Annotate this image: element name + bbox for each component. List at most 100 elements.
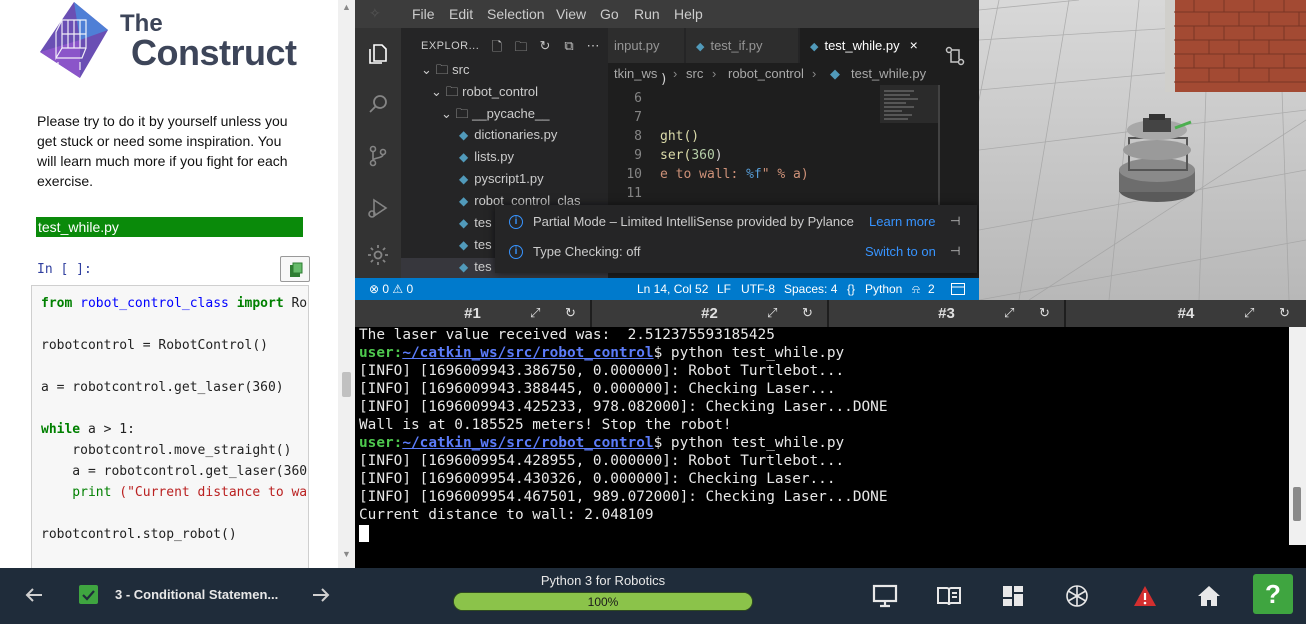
maximize-icon[interactable]: ⤢ (767, 305, 777, 321)
restart-icon[interactable]: ↻ (802, 305, 813, 321)
maximize-icon[interactable]: ⤢ (1004, 305, 1014, 321)
encoding[interactable]: UTF-8 (741, 282, 775, 296)
more-actions-icon[interactable]: ⋯ (585, 38, 601, 54)
checkbox-checked-icon[interactable] (79, 585, 98, 604)
menu-file[interactable]: File (412, 6, 435, 22)
code-line: from robot_control_class import Ro (41, 296, 308, 311)
help-button[interactable]: ? (1253, 574, 1293, 614)
python-file-icon: ◆ (459, 128, 469, 142)
layout-panel-icon[interactable] (951, 283, 965, 295)
notebook-panel: The Construct Please try to do it by you… (0, 0, 355, 570)
pin-icon[interactable]: ⊣ (950, 244, 960, 258)
tree-folder-src[interactable]: ⌄ 🗀 src (421, 61, 469, 83)
menu-go[interactable]: Go (600, 6, 619, 22)
current-lesson-title[interactable]: 3 - Conditional Statemen... (115, 587, 278, 602)
tree-file[interactable]: ◆ tes (459, 237, 492, 252)
restart-icon[interactable]: ↻ (1279, 305, 1290, 321)
file-name-banner: test_while.py (36, 217, 303, 237)
vscode-logo-icon: ✧ (369, 5, 381, 21)
dashboard-grid-icon[interactable] (1000, 583, 1026, 609)
terminal-tab-3[interactable]: #3 ⤢ ↻ (829, 300, 1066, 327)
switch-to-on-link[interactable]: Switch to on (865, 244, 936, 259)
language-mode[interactable]: Python (865, 282, 902, 296)
terminal-output-line: [INFO] [1696009943.425233, 978.082000]: … (359, 399, 888, 415)
report-warning-icon[interactable] (1132, 583, 1158, 609)
line-number: 11 (626, 186, 642, 201)
breadcrumb-item[interactable]: src (686, 63, 703, 85)
maximize-icon[interactable]: ⤢ (530, 305, 540, 321)
menu-help[interactable]: Help (674, 6, 703, 22)
terminal-tab-2[interactable]: #2 ⤢ ↻ (592, 300, 829, 327)
breadcrumb-item[interactable]: test_while.py (851, 63, 926, 85)
cursor-position[interactable]: Ln 14, Col 52 (637, 282, 708, 296)
restart-icon[interactable]: ↻ (1039, 305, 1050, 321)
indentation[interactable]: Spaces: 4 (784, 282, 837, 296)
scroll-up-icon[interactable]: ▲ (342, 2, 351, 12)
ai-assistant-icon[interactable] (1064, 583, 1090, 609)
minimap[interactable] (880, 85, 940, 205)
tab-input-py[interactable]: input.py (608, 28, 684, 63)
tree-file-selected[interactable]: ◆ tes (459, 259, 492, 274)
terminal[interactable]: The laser value received was: 2.51237559… (355, 327, 1306, 568)
scrollbar-thumb[interactable] (342, 372, 351, 397)
tree-file[interactable]: ◆ pyscript1.py (459, 171, 544, 186)
collapse-all-icon[interactable]: ⧉ (561, 38, 577, 54)
problems-status[interactable]: ⊗ 0 ⚠ 0 (369, 282, 413, 296)
compare-changes-icon[interactable] (943, 44, 967, 68)
close-tab-icon[interactable]: × (910, 37, 918, 53)
menu-view[interactable]: View (556, 6, 586, 22)
python-file-icon: ◆ (459, 260, 469, 274)
pin-icon[interactable]: ⊣ (950, 214, 960, 228)
cell-input-prompt: In [ ]: (37, 262, 92, 277)
scroll-down-icon[interactable]: ▼ (342, 549, 351, 559)
source-control-icon[interactable] (366, 144, 390, 168)
breadcrumb-item[interactable]: tkin_ws (614, 63, 657, 85)
notification-bell-icon[interactable]: ⍾ (912, 282, 920, 297)
maximize-icon[interactable]: ⤢ (1244, 305, 1254, 321)
new-file-icon[interactable]: 🗋 (489, 38, 505, 54)
line-ending[interactable]: LF (717, 282, 731, 296)
scrollbar-thumb[interactable] (1293, 487, 1301, 521)
search-icon[interactable] (366, 92, 390, 116)
learn-more-link[interactable]: Learn more (869, 214, 935, 229)
code-cell[interactable]: from robot_control_class import Ro robot… (31, 285, 309, 570)
settings-gear-icon[interactable] (366, 243, 390, 267)
run-debug-icon[interactable] (366, 196, 390, 220)
copy-code-button[interactable] (280, 256, 310, 282)
notifications-popup: i Partial Mode – Limited IntelliSense pr… (495, 205, 977, 273)
next-arrow-icon[interactable] (309, 583, 333, 607)
tree-file[interactable]: ◆ tes (459, 215, 492, 230)
refresh-icon[interactable]: ↻ (537, 38, 553, 54)
terminal-scrollbar[interactable] (1289, 327, 1306, 545)
desktop-monitor-icon[interactable] (872, 583, 898, 609)
notebook-scrollbar[interactable]: ▲ ▼ (338, 0, 355, 568)
home-icon[interactable] (1196, 583, 1222, 609)
gazebo-simulation-view[interactable] (979, 0, 1306, 300)
notebook-book-icon[interactable] (936, 583, 962, 609)
breadcrumb-item[interactable]: robot_control (728, 63, 804, 85)
tree-file[interactable]: ◆ lists.py (459, 149, 514, 164)
tree-folder-pycache[interactable]: ⌄ 🗀 __pycache__ (441, 105, 549, 127)
menu-edit[interactable]: Edit (449, 6, 473, 22)
python-file-icon: ◆ (459, 172, 469, 186)
course-title: Python 3 for Robotics (540, 573, 666, 588)
tree-folder-robot-control[interactable]: ⌄ 🗀 robot_control (431, 83, 538, 105)
menu-selection[interactable]: Selection (487, 6, 545, 22)
new-folder-icon[interactable]: 🗀 (513, 38, 529, 54)
explorer-files-icon[interactable] (366, 42, 390, 66)
editor-code-line: e to wall: %f" % a) (660, 167, 809, 182)
terminal-tab-label: #4 (1177, 305, 1195, 322)
terminal-tab-1[interactable]: #1 ⤢ ↻ (355, 300, 592, 327)
tab-test-if-py[interactable]: ◆ test_if.py (686, 28, 798, 63)
previous-arrow-icon[interactable] (22, 583, 46, 607)
python-file-icon: ◆ (696, 41, 705, 53)
tree-file[interactable]: ◆ dictionaries.py (459, 127, 557, 142)
brick-wall (1165, 0, 1306, 92)
explorer-title: EXPLOR... (421, 40, 480, 52)
terminal-tab-4[interactable]: #4 ⤢ ↻ (1066, 300, 1306, 327)
info-icon: i (509, 245, 523, 259)
menu-run[interactable]: Run (634, 6, 660, 22)
restart-icon[interactable]: ↻ (565, 305, 576, 321)
screen: The Construct Please try to do it by you… (0, 0, 1306, 624)
notification-item: i Type Checking: off Switch to on ⊣ (495, 238, 977, 268)
